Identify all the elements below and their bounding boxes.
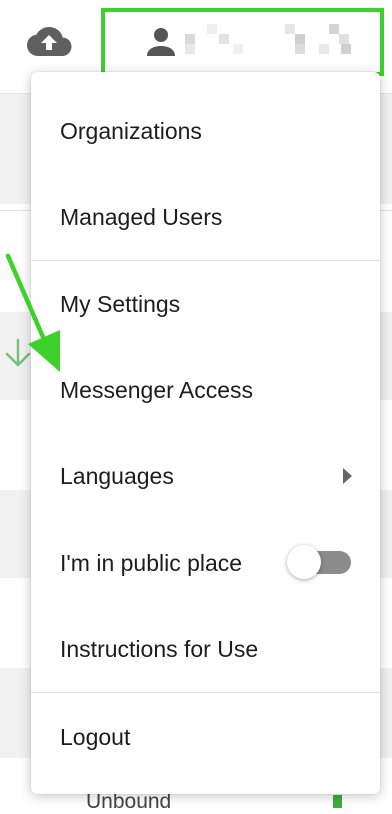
menu-divider	[31, 692, 380, 693]
menu-item-label: Instructions for Use	[60, 635, 259, 662]
cloud-upload-icon[interactable]	[26, 24, 72, 60]
menu-item-public-place: I'm in public place	[31, 520, 380, 606]
menu-item-label: Logout	[60, 723, 131, 750]
menu-item-label: I'm in public place	[60, 549, 243, 576]
chevron-right-icon	[343, 468, 352, 484]
status-bar	[333, 795, 342, 808]
menu-item-my-settings[interactable]: My Settings	[31, 261, 380, 347]
menu-item-languages[interactable]: Languages	[31, 433, 380, 519]
menu-item-managed-users[interactable]: Managed Users	[31, 174, 380, 260]
menu-item-messenger-access[interactable]: Messenger Access	[31, 347, 380, 433]
menu-item-label: Managed Users	[60, 203, 223, 230]
menu-item-label: My Settings	[60, 290, 181, 317]
redacted-username	[179, 22, 359, 60]
toggle-knob	[287, 545, 321, 579]
menu-item-logout[interactable]: Logout	[31, 694, 380, 780]
public-place-toggle[interactable]	[287, 541, 351, 585]
menu-item-organizations[interactable]: Organizations	[31, 88, 380, 174]
user-account-button[interactable]	[101, 8, 384, 76]
menu-item-instructions[interactable]: Instructions for Use	[31, 606, 380, 692]
menu-item-label: Messenger Access	[60, 376, 254, 403]
menu-item-label: Organizations	[60, 117, 202, 144]
sort-down-icon[interactable]	[4, 338, 32, 368]
account-dropdown-menu: Organizations Managed Users My Settings …	[31, 72, 380, 794]
menu-item-label: Languages	[60, 462, 174, 489]
person-icon	[147, 28, 175, 56]
